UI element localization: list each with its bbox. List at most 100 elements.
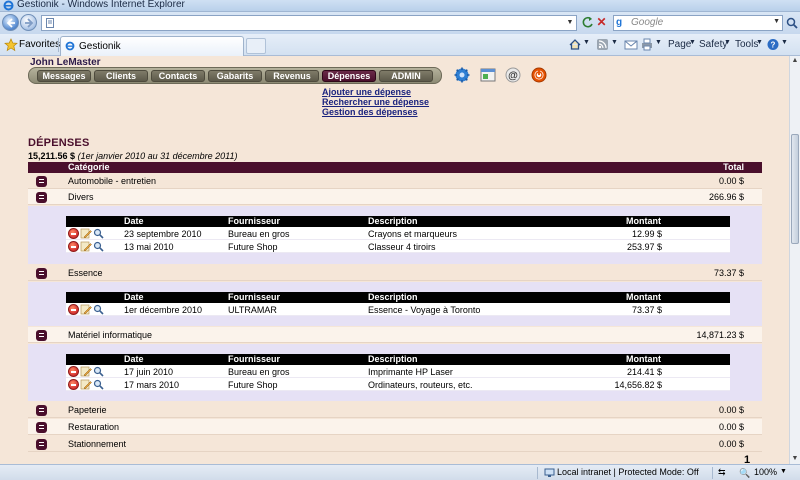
category-total: 14,871.23 $ [696,330,744,340]
menu-admin[interactable]: ADMIN [379,70,433,82]
expense-amount: 12.99 $ [631,229,662,239]
tools-menu[interactable]: Tools [735,39,758,50]
expense-amount: 214.41 $ [626,367,662,377]
back-button[interactable] [2,14,19,31]
detail-header-date: Date [124,216,144,226]
scroll-up-arrow-icon[interactable]: ▲ [790,56,800,66]
collapse-toggle-icon[interactable] [36,192,47,203]
search-placeholder: Google [631,17,664,28]
search-icon[interactable] [786,17,798,29]
search-box[interactable]: g Google ▼ [613,15,783,31]
expense-description: Crayons et marqueurs [368,229,458,239]
menu-messages[interactable]: Messages [37,70,91,82]
page-icon [46,18,54,28]
collapse-toggle-icon[interactable] [36,176,47,187]
tab-label: Gestionik [79,41,121,52]
category-total: 0.00 $ [718,176,744,186]
feeds-dropdown-icon[interactable]: ▼ [611,39,618,46]
view-magnifier-icon[interactable] [93,228,104,239]
collapse-toggle-icon[interactable] [36,439,47,450]
view-magnifier-icon[interactable] [93,304,104,315]
settings-gear-icon[interactable] [454,67,470,83]
view-magnifier-icon[interactable] [93,241,104,252]
scrollbar-thumb[interactable] [791,134,799,244]
search-expense-link[interactable]: Rechercher une dépense [322,97,429,107]
home-dropdown-icon[interactable]: ▼ [583,39,590,46]
edit-pencil-icon[interactable] [80,241,92,252]
grand-total-amount: 15,211.56 $ [28,151,76,161]
intranet-zone-icon [544,468,555,477]
page-number[interactable]: 1 [744,454,750,464]
delete-icon[interactable] [68,304,79,315]
google-icon: g [616,17,623,28]
category-row-stationnement: Stationnement 0.00 $ [28,436,762,452]
collapse-toggle-icon[interactable] [36,330,47,341]
category-total: 0.00 $ [718,439,744,449]
manage-expenses-link[interactable]: Gestion des dépenses [322,107,429,117]
expense-date: 13 mai 2010 [124,242,174,252]
search-provider-dropdown-icon[interactable]: ▼ [773,18,780,25]
detail-header-supplier: Fournisseur [228,216,281,226]
vertical-scrollbar[interactable]: ▲ ▼ [789,56,800,464]
address-bar[interactable]: ▼ [41,15,577,31]
delete-icon[interactable] [68,228,79,239]
favorites-label[interactable]: Favorites [19,39,60,50]
window-icon[interactable] [480,67,496,83]
help-dropdown-icon[interactable]: ▼ [781,39,788,46]
status-divider [537,467,538,479]
read-mail-icon[interactable] [624,38,638,51]
delete-icon[interactable] [68,241,79,252]
edit-pencil-icon[interactable] [80,228,92,239]
zoom-magnifier-icon[interactable]: 🔍 [739,468,751,478]
home-icon[interactable] [568,38,582,51]
edit-pencil-icon[interactable] [80,379,92,390]
menu-gabarits[interactable]: Gabarits [208,70,262,82]
zoom-level[interactable]: 100% [754,467,777,477]
category-name: Divers [68,192,94,202]
print-dropdown-icon[interactable]: ▼ [655,39,662,46]
view-magnifier-icon[interactable] [93,366,104,377]
page-menu[interactable]: Page [668,39,691,50]
expense-supplier: Future Shop [228,380,278,390]
address-toolbar: ▼ ✕ g Google ▼ [0,12,800,34]
safety-menu-dropdown-icon[interactable]: ▼ [724,39,731,46]
view-magnifier-icon[interactable] [93,379,104,390]
email-at-icon[interactable]: @ [505,67,521,83]
security-zone-status[interactable]: Local intranet | Protected Mode: Off [557,467,699,477]
toolbar-divider [58,38,59,52]
scroll-down-arrow-icon[interactable]: ▼ [790,454,800,464]
add-expense-link[interactable]: Ajouter une dépense [322,87,429,97]
power-logout-icon[interactable] [531,67,547,83]
print-icon[interactable] [640,38,654,51]
category-row-restauration: Restauration 0.00 $ [28,419,762,435]
detail-header-amount: Montant [626,354,661,364]
new-tab-button[interactable] [246,38,266,54]
collapse-toggle-icon[interactable] [36,405,47,416]
detail-header-amount: Montant [626,292,661,302]
page-menu-dropdown-icon[interactable]: ▼ [689,39,696,46]
favorites-star-icon[interactable] [4,38,18,52]
expense-amount: 14,656.82 $ [614,380,662,390]
menu-depenses[interactable]: Dépenses [322,70,376,82]
browser-tab-gestionik[interactable]: Gestionik [60,36,244,56]
menu-contacts[interactable]: Contacts [151,70,205,82]
collapse-toggle-icon[interactable] [36,422,47,433]
help-icon[interactable]: ? [766,38,780,51]
edit-pencil-icon[interactable] [80,366,92,377]
edit-pencil-icon[interactable] [80,304,92,315]
details-table-header: Date Fournisseur Description Montant [66,216,730,227]
tools-menu-dropdown-icon[interactable]: ▼ [756,39,763,46]
stop-icon[interactable]: ✕ [596,16,607,29]
refresh-icon[interactable] [582,16,594,29]
feeds-icon[interactable] [596,38,610,51]
delete-icon[interactable] [68,379,79,390]
zoom-dropdown-icon[interactable]: ▼ [780,468,787,475]
delete-icon[interactable] [68,366,79,377]
menu-clients[interactable]: Clients [94,70,148,82]
category-row-papeterie: Papeterie 0.00 $ [28,402,762,418]
address-dropdown-icon[interactable]: ▼ [565,17,575,29]
protected-mode-icon[interactable]: ⇆ [718,467,726,478]
menu-revenus[interactable]: Revenus [265,70,319,82]
collapse-toggle-icon[interactable] [36,268,47,279]
forward-button[interactable] [20,14,37,31]
